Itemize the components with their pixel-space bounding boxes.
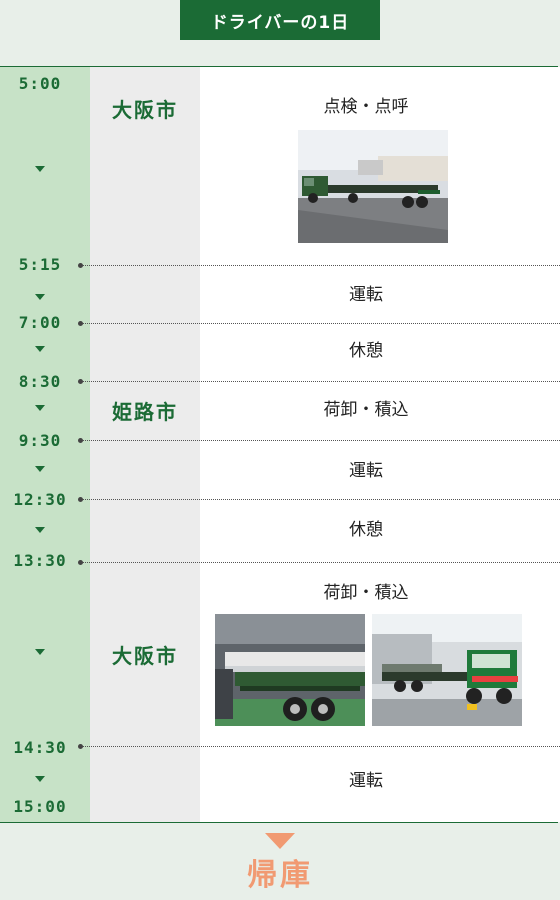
time-label: 14:30 [13,738,67,757]
time-label: 15:00 [13,797,67,816]
activity-label: 荷卸・積込 [323,583,409,603]
activity-label: 荷卸・積込 [323,400,409,420]
down-triangle-icon [265,833,295,849]
down-arrow-icon [35,776,45,782]
down-arrow-icon [35,527,45,533]
row-divider [83,323,560,324]
time-label: 9:30 [18,431,62,450]
location-label: 姫路市 [112,400,178,424]
down-arrow-icon [35,346,45,352]
truck-yard-photo [298,130,448,243]
return-label: 帰庫 [247,858,313,893]
activity-label: 運転 [349,285,383,305]
down-arrow-icon [35,466,45,472]
activity-label: 休憩 [349,341,383,361]
row-divider [83,562,560,563]
down-arrow-icon [35,166,45,172]
down-arrow-icon [35,294,45,300]
activity-label: 休憩 [349,520,383,540]
row-divider [83,746,560,747]
time-label: 5:00 [18,74,62,93]
time-label: 5:15 [18,255,62,274]
activity-label: 点検・点呼 [323,97,409,117]
activity-label: 運転 [349,771,383,791]
time-label: 13:30 [13,551,67,570]
location-column [90,67,200,822]
down-arrow-icon [35,649,45,655]
row-divider [83,381,560,382]
time-label: 7:00 [18,313,62,332]
activity-label: 運転 [349,461,383,481]
row-divider [83,440,560,441]
row-divider [83,265,560,266]
time-label: 8:30 [18,372,62,391]
time-label: 12:30 [13,490,67,509]
down-arrow-icon [35,405,45,411]
row-divider [83,499,560,500]
location-label: 大阪市 [112,644,178,668]
page-title: ドライバーの1日 [180,0,380,40]
truck-warehouse-photo [372,614,522,726]
bottom-divider [0,822,558,823]
loading-steel-photo [215,614,365,726]
location-label: 大阪市 [112,98,178,122]
